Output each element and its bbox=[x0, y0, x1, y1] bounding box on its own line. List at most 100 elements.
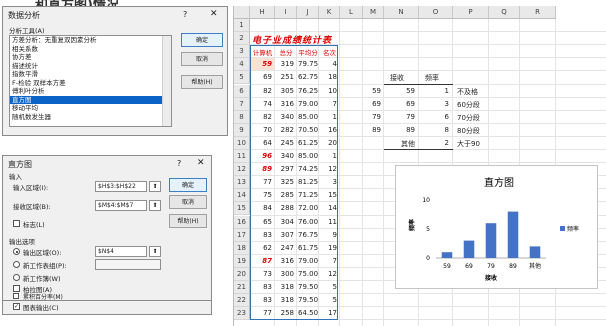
tool-list-item[interactable]: 描述统计 bbox=[10, 62, 171, 71]
row-header[interactable]: 21 bbox=[234, 281, 250, 295]
freq-count-cell[interactable]: 3 bbox=[419, 100, 449, 108]
row-header[interactable]: 18 bbox=[234, 241, 250, 255]
close-icon[interactable]: ✕ bbox=[210, 9, 218, 19]
row-header[interactable]: 17 bbox=[234, 228, 250, 242]
output-range-field[interactable]: $N$4 bbox=[95, 246, 147, 257]
new-sheet-field[interactable] bbox=[95, 259, 161, 270]
column-header[interactable]: J bbox=[297, 6, 319, 19]
ok-button[interactable]: 确定 bbox=[169, 178, 207, 192]
freq-bin-cell[interactable]: 59 bbox=[384, 87, 415, 95]
tool-list-item[interactable]: 指数平滑 bbox=[10, 70, 171, 79]
tools-scrollbar[interactable] bbox=[162, 36, 171, 126]
x-tick-label: 59 bbox=[443, 263, 451, 270]
bin-cell[interactable]: 69 bbox=[363, 100, 381, 108]
row-header[interactable]: 15 bbox=[234, 202, 250, 216]
freq-count-cell[interactable]: 2 bbox=[419, 139, 449, 147]
column-header[interactable]: R bbox=[520, 6, 556, 19]
row-header[interactable]: 22 bbox=[234, 294, 250, 308]
tool-list-item[interactable]: F-检验 双样本方差 bbox=[10, 79, 171, 88]
freq-bin-cell[interactable]: 69 bbox=[384, 100, 415, 108]
chart-title: 直方图 bbox=[484, 176, 514, 189]
close-icon[interactable]: ✕ bbox=[197, 158, 205, 168]
row-header[interactable]: 23 bbox=[234, 307, 250, 321]
ok-button[interactable]: 确定 bbox=[181, 33, 223, 47]
labels-checkbox-label: 标志(L) bbox=[23, 221, 45, 229]
histogram-bar[interactable] bbox=[507, 211, 519, 258]
bin-range-field[interactable]: $M$4:$M$7 bbox=[95, 200, 147, 211]
freq-bin-cell[interactable]: 89 bbox=[384, 126, 415, 134]
data-analysis-dialog: 数据分析 ? ✕ 分析工具(A) 方差分析：无重复双因素分析 相关系数 协方差 描述统… bbox=[2, 6, 228, 136]
help-button[interactable]: 帮助(H) bbox=[181, 75, 223, 89]
input-range-field[interactable]: $H$3:$H$22 bbox=[95, 181, 147, 192]
row-header[interactable]: 3 bbox=[234, 45, 250, 59]
bin-range-collapse-icon[interactable]: ⬆ bbox=[149, 200, 161, 211]
bin-cell[interactable]: 59 bbox=[363, 87, 381, 95]
freq-bin-cell[interactable]: 其他 bbox=[384, 139, 415, 149]
chart-output-checkbox[interactable]: ✓ bbox=[13, 303, 20, 310]
column-header[interactable]: O bbox=[419, 6, 453, 19]
freq-header-border bbox=[384, 83, 453, 85]
row-header[interactable]: 6 bbox=[234, 84, 250, 98]
tool-list-item[interactable]: 傅利叶分析 bbox=[10, 87, 171, 96]
tool-list-item[interactable]: 协方差 bbox=[10, 53, 171, 62]
tool-list-item[interactable]: 方差分析：无重复双因素分析 bbox=[10, 36, 171, 45]
column-header[interactable]: P bbox=[453, 6, 489, 19]
help-button[interactable]: 帮助(H) bbox=[169, 214, 207, 228]
column-header[interactable]: M bbox=[363, 6, 384, 19]
analysis-tools-list[interactable]: 方差分析：无重复双因素分析 相关系数 协方差 描述统计 指数平滑 F-检验 双样本方差 傅利… bbox=[9, 35, 172, 127]
row-header[interactable]: 2 bbox=[234, 32, 250, 46]
row-header[interactable]: 5 bbox=[234, 71, 250, 85]
row-header[interactable]: 7 bbox=[234, 97, 250, 111]
freq-count-cell[interactable]: 6 bbox=[419, 113, 449, 121]
bin-cell[interactable]: 89 bbox=[363, 126, 381, 134]
column-header[interactable]: K bbox=[319, 6, 340, 19]
cancel-button[interactable]: 取消 bbox=[181, 52, 223, 66]
column-header[interactable]: I bbox=[275, 6, 297, 19]
new-sheet-radio[interactable] bbox=[13, 261, 20, 268]
freq-count-cell[interactable]: 8 bbox=[419, 126, 449, 134]
row-header[interactable]: 11 bbox=[234, 150, 250, 164]
pareto-checkbox[interactable] bbox=[13, 285, 20, 292]
column-header[interactable]: N bbox=[384, 6, 419, 19]
histogram-bar[interactable] bbox=[463, 240, 475, 258]
output-range-collapse-icon[interactable]: ⬆ bbox=[149, 246, 161, 257]
row-header[interactable]: 1 bbox=[234, 19, 250, 33]
new-workbook-radio[interactable] bbox=[13, 274, 20, 281]
input-section-label: 输入 bbox=[9, 173, 22, 181]
column-header[interactable]: H bbox=[250, 6, 275, 19]
help-icon[interactable]: ? bbox=[183, 10, 187, 19]
grade-label: 80分段 bbox=[457, 126, 480, 135]
row-header[interactable]: 8 bbox=[234, 110, 250, 124]
histogram-bar[interactable] bbox=[529, 246, 541, 258]
column-header[interactable]: Q bbox=[489, 6, 520, 19]
cancel-button[interactable]: 取消 bbox=[169, 195, 207, 209]
freq-count-cell[interactable]: 1 bbox=[419, 87, 449, 95]
row-header[interactable]: 4 bbox=[234, 58, 250, 72]
column-header[interactable]: L bbox=[340, 6, 363, 19]
row-header[interactable]: 14 bbox=[234, 189, 250, 203]
bin-cell[interactable]: 79 bbox=[363, 113, 381, 121]
row-header[interactable]: 12 bbox=[234, 163, 250, 177]
corner-header[interactable] bbox=[234, 6, 250, 19]
input-range-collapse-icon[interactable]: ⬆ bbox=[149, 181, 161, 192]
help-icon[interactable]: ? bbox=[177, 159, 181, 168]
tool-list-item[interactable]: 移动平均 bbox=[10, 104, 171, 113]
tool-list-item[interactable]: 随机数发生器 bbox=[10, 113, 171, 122]
histogram-chart[interactable]: 直方图 0 5 10 频率 59 69 79 89 其他 接收 频率 bbox=[395, 165, 598, 289]
tool-list-item[interactable]: 相关系数 bbox=[10, 45, 171, 54]
freq-bin-cell[interactable]: 79 bbox=[384, 113, 415, 121]
row-header[interactable]: 9 bbox=[234, 123, 250, 137]
y-tick-label: 0 bbox=[426, 255, 430, 262]
row-header[interactable]: 20 bbox=[234, 267, 250, 281]
row-header[interactable]: 16 bbox=[234, 215, 250, 229]
cumulative-percent-checkbox[interactable] bbox=[13, 293, 19, 299]
output-range-radio[interactable] bbox=[13, 248, 20, 255]
row-header[interactable]: 13 bbox=[234, 176, 250, 190]
row-header[interactable]: 10 bbox=[234, 136, 250, 150]
tool-list-item[interactable]: 直方图 bbox=[10, 95, 171, 104]
labels-checkbox[interactable] bbox=[13, 220, 20, 227]
histogram-bar[interactable] bbox=[441, 252, 453, 258]
gridline-h bbox=[250, 31, 606, 33]
row-header[interactable]: 19 bbox=[234, 254, 250, 268]
histogram-bar[interactable] bbox=[485, 223, 497, 258]
